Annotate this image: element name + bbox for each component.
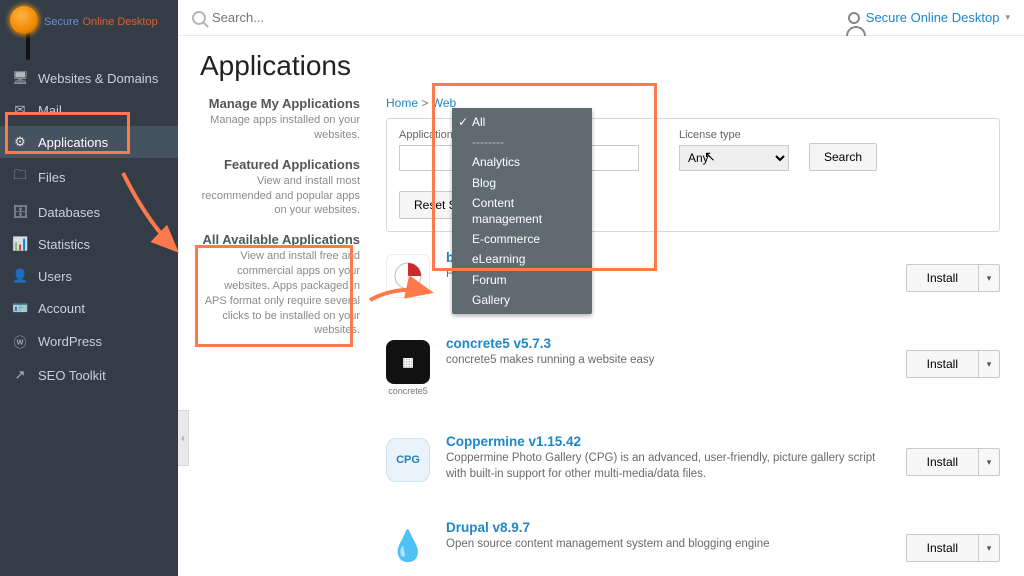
- category-option-all[interactable]: All: [452, 112, 592, 132]
- brand-orb-icon: [10, 6, 38, 34]
- nav-statistics[interactable]: 📊 Statistics: [0, 228, 178, 260]
- app-name-link[interactable]: Coppermine v1.15.42: [446, 434, 878, 449]
- chart-icon: 📊: [12, 236, 28, 252]
- nav-websites-domains[interactable]: 🖥 Websites & Domains: [0, 62, 178, 94]
- search-icon: [192, 11, 206, 25]
- nav-label: SEO Toolkit: [38, 368, 106, 383]
- brand-logo: Secure Online Desktop: [0, 0, 178, 52]
- category-option-elearning[interactable]: eLearning: [452, 249, 592, 269]
- subnav-manage-my-apps[interactable]: Manage My Applications Manage apps insta…: [200, 96, 360, 143]
- nav-label: Applications: [38, 135, 108, 150]
- app-row: CPG Coppermine v1.15.42 Coppermine Photo…: [386, 416, 1000, 502]
- category-option-gallery[interactable]: Gallery: [452, 290, 592, 310]
- install-button-group: Install ▾: [906, 448, 1000, 476]
- nav-seo-toolkit[interactable]: ↗ SEO Toolkit: [0, 359, 178, 391]
- category-option-ecommerce[interactable]: E-commerce: [452, 229, 592, 249]
- app-icon-drupal: 💧: [386, 524, 430, 568]
- install-dropdown-toggle[interactable]: ▾: [978, 534, 1000, 562]
- app-desc: Coppermine Photo Gallery (CPG) is an adv…: [446, 451, 878, 482]
- nav-users[interactable]: 👤 Users: [0, 260, 178, 292]
- user-icon: 👤: [12, 268, 28, 284]
- nav-label: Files: [38, 170, 65, 185]
- category-dropdown-list[interactable]: All -------- Analytics Blog Content mana…: [452, 108, 592, 314]
- install-button-group: Install ▾: [906, 264, 1000, 292]
- app-row: ▦ concrete5 concrete5 v5.7.3 concrete5 m…: [386, 318, 1000, 416]
- chevron-down-icon: ▾: [1005, 12, 1010, 23]
- install-button-group: Install ▾: [906, 534, 1000, 562]
- nav-label: Statistics: [38, 237, 90, 252]
- brand-word1: Secure: [44, 16, 79, 28]
- monitor-icon: 🖥: [12, 70, 28, 86]
- filter-license-select[interactable]: Any: [679, 145, 789, 171]
- app-desc: Open source content management system an…: [446, 537, 878, 553]
- id-card-icon: 🪪: [12, 300, 28, 316]
- nav-label: Account: [38, 301, 85, 316]
- gear-icon: ⚙: [12, 134, 28, 150]
- database-icon: 🗄: [12, 204, 28, 220]
- subnav-title: All Available Applications: [200, 232, 360, 247]
- install-dropdown-toggle[interactable]: ▾: [978, 264, 1000, 292]
- app-icon-bbclone: [386, 254, 430, 298]
- sidebar-collapse-handle[interactable]: ‹: [178, 410, 189, 466]
- category-option-forum[interactable]: Forum: [452, 270, 592, 290]
- folder-icon: 🗀: [12, 166, 28, 188]
- sidebar-nav: 🖥 Websites & Domains ✉ Mail ⚙ Applicatio…: [0, 62, 178, 391]
- install-button[interactable]: Install: [906, 534, 978, 562]
- chevron-left-icon: ‹: [181, 433, 184, 444]
- wordpress-icon: ⓦ: [12, 332, 28, 351]
- install-button-group: Install ▾: [906, 350, 1000, 378]
- subnav-title: Manage My Applications: [200, 96, 360, 111]
- mail-icon: ✉: [12, 102, 28, 118]
- nav-mail[interactable]: ✉ Mail: [0, 94, 178, 126]
- app-icon-coppermine: CPG: [386, 438, 430, 482]
- category-option-blog[interactable]: Blog: [452, 173, 592, 193]
- nav-label: Websites & Domains: [38, 71, 158, 86]
- category-option-sep: --------: [452, 132, 592, 152]
- left-sidebar: Secure Online Desktop 🖥 Websites & Domai…: [0, 0, 178, 576]
- search-button[interactable]: Search: [809, 143, 877, 171]
- nav-label: Mail: [38, 103, 62, 118]
- nav-databases[interactable]: 🗄 Databases: [0, 196, 178, 228]
- install-button[interactable]: Install: [906, 350, 978, 378]
- subnav-desc: View and install free and commercial app…: [200, 249, 360, 338]
- subnav-desc: Manage apps installed on your websites.: [200, 113, 360, 143]
- subnav-desc: View and install most recommended and po…: [200, 174, 360, 219]
- brand-word2: Online Desktop: [82, 16, 157, 28]
- subnav-featured-apps[interactable]: Featured Applications View and install m…: [200, 157, 360, 219]
- breadcrumb-home[interactable]: Home: [386, 96, 418, 110]
- nav-account[interactable]: 🪪 Account: [0, 292, 178, 324]
- subnav-all-available-apps[interactable]: All Available Applications View and inst…: [200, 232, 360, 338]
- app-icon-concrete5: ▦: [386, 340, 430, 384]
- nav-label: WordPress: [38, 334, 102, 349]
- install-dropdown-toggle[interactable]: ▾: [978, 350, 1000, 378]
- category-option-cms[interactable]: Content management: [452, 193, 592, 229]
- nav-files[interactable]: 🗀 Files: [0, 158, 178, 196]
- nav-applications[interactable]: ⚙ Applications: [0, 126, 178, 158]
- global-search-input[interactable]: [212, 10, 432, 25]
- app-desc: concrete5 makes running a website easy: [446, 353, 878, 369]
- app-row: 💧 Drupal v8.9.7 Open source content mana…: [386, 502, 1000, 576]
- page-title: Applications: [200, 50, 1000, 82]
- install-dropdown-toggle[interactable]: ▾: [978, 448, 1000, 476]
- filter-license-label: License type: [679, 129, 789, 141]
- category-option-analytics[interactable]: Analytics: [452, 152, 592, 172]
- account-menu[interactable]: Secure Online Desktop ▾: [848, 10, 1010, 25]
- app-name-link[interactable]: concrete5 v5.7.3: [446, 336, 878, 351]
- nav-label: Databases: [38, 205, 100, 220]
- install-button[interactable]: Install: [906, 448, 978, 476]
- breadcrumb-sep: >: [421, 96, 428, 110]
- app-icon-caption: concrete5: [386, 386, 430, 396]
- external-link-icon: ↗: [12, 367, 28, 383]
- top-bar: Secure Online Desktop ▾: [178, 0, 1024, 36]
- apps-subnav: Manage My Applications Manage apps insta…: [200, 96, 360, 576]
- account-name: Secure Online Desktop: [866, 10, 1000, 25]
- person-icon: [848, 12, 860, 24]
- app-name-link[interactable]: Drupal v8.9.7: [446, 520, 878, 535]
- nav-label: Users: [38, 269, 72, 284]
- nav-wordpress[interactable]: ⓦ WordPress: [0, 324, 178, 359]
- subnav-title: Featured Applications: [200, 157, 360, 172]
- install-button[interactable]: Install: [906, 264, 978, 292]
- main-content: Applications Manage My Applications Mana…: [178, 36, 1024, 576]
